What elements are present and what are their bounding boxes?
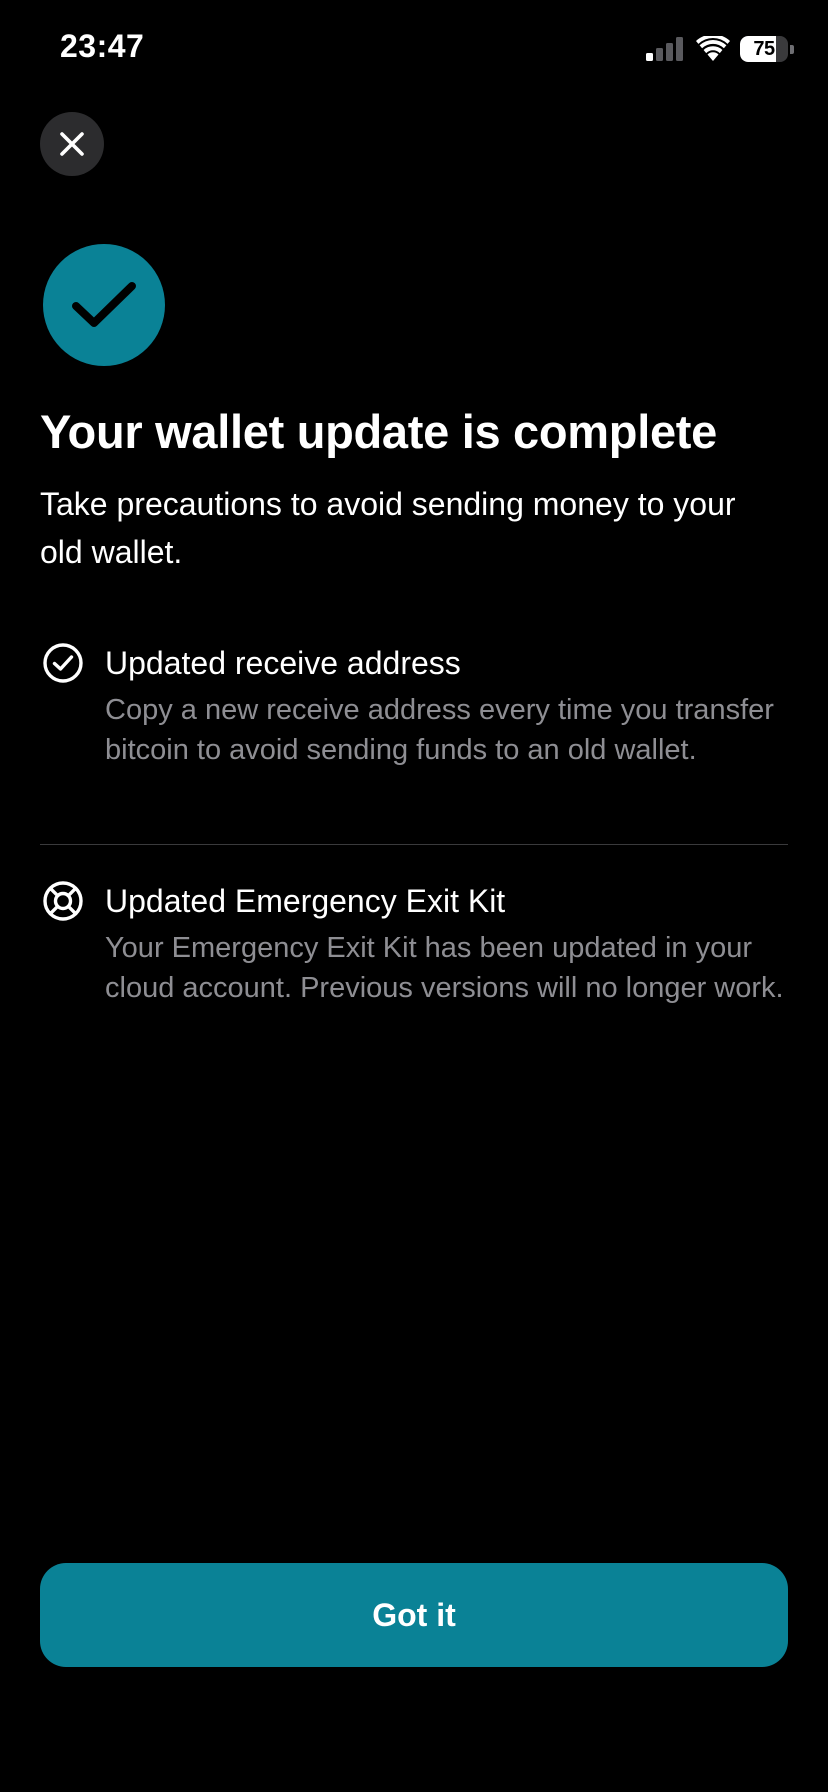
close-button[interactable]	[40, 112, 104, 176]
battery-icon: 75	[740, 35, 794, 63]
close-icon	[60, 132, 84, 156]
check-circle-icon	[43, 643, 83, 683]
info-title: Updated receive address	[105, 645, 461, 681]
divider	[40, 844, 788, 845]
battery-cap	[790, 44, 794, 54]
battery-level: 75	[753, 37, 775, 60]
info-description: Copy a new receive address every time yo…	[105, 694, 774, 766]
lifebuoy-icon	[43, 881, 83, 921]
got-it-button[interactable]: Got it	[40, 1563, 788, 1667]
page-title: Your wallet update is complete	[40, 405, 717, 458]
signal-icon	[646, 37, 683, 61]
info-item-receive-address: Updated receive address Copy a new recei…	[40, 640, 788, 810]
battery-body: 75	[740, 36, 788, 62]
status-icons: 75	[646, 34, 794, 64]
status-bar: 23:47 75	[0, 0, 828, 100]
status-time: 23:47	[60, 28, 145, 64]
info-item-emergency-exit-kit: Updated Emergency Exit Kit Your Emergenc…	[40, 878, 788, 1048]
page-subtitle: Take precautions to avoid sending money …	[40, 486, 736, 570]
info-title: Updated Emergency Exit Kit	[105, 883, 506, 919]
checkmark-icon	[72, 282, 136, 327]
info-description: Your Emergency Exit Kit has been updated…	[105, 932, 784, 1004]
success-badge	[43, 244, 165, 366]
wifi-icon	[696, 36, 730, 61]
